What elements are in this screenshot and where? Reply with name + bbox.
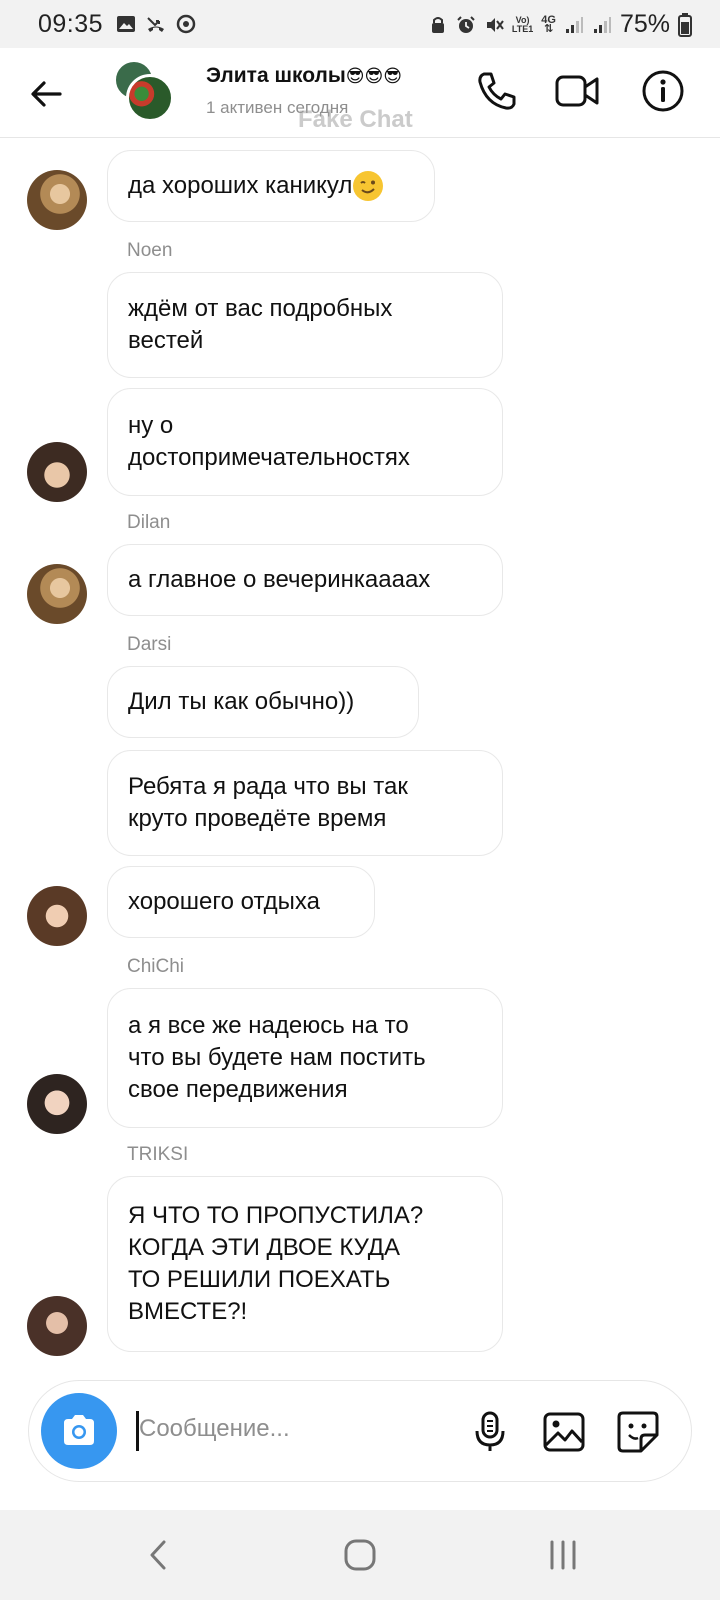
video-call-icon[interactable] <box>554 68 600 114</box>
chat-title-text: Элита школы <box>206 64 346 87</box>
gallery-icon[interactable] <box>541 1409 587 1455</box>
network-gen: 4G ⇅ <box>541 14 556 35</box>
wink-emoji-icon <box>353 171 384 201</box>
message-text: а я все же надеюсь на то что вы будете н… <box>128 1012 426 1103</box>
back-arrow-icon[interactable] <box>26 74 66 114</box>
camera-button[interactable] <box>41 1393 117 1469</box>
alarm-icon <box>457 15 475 33</box>
data-arrows-icon: ⇅ <box>544 22 554 35</box>
message-text: Ребята я рада что вы так круто проведёте… <box>128 773 408 832</box>
sticker-icon[interactable] <box>615 1409 661 1455</box>
message-bubble[interactable]: а главное о вечеринкаааах <box>107 544 503 616</box>
message-bubble[interactable]: Ребята я рада что вы так круто проведёте… <box>107 750 503 856</box>
nav-back-icon[interactable] <box>136 1532 182 1578</box>
avatar[interactable] <box>27 564 87 624</box>
message-bubble[interactable]: Я ЧТО ТО ПРОПУСТИЛА? КОГДА ЭТИ ДВОЕ КУДА… <box>107 1176 503 1352</box>
sender-name: Dilan <box>127 512 171 533</box>
message-input[interactable]: Сообщение... <box>139 1415 290 1443</box>
battery-level: 75% <box>619 10 670 38</box>
status-time: 09:35 <box>38 10 104 38</box>
status-left-icons <box>116 14 196 34</box>
message-text: ну о достопримечательностях <box>128 412 410 471</box>
sync-notification-icon <box>176 14 196 34</box>
avatar[interactable] <box>27 886 87 946</box>
message-composer: Сообщение... <box>28 1380 692 1482</box>
nav-home-icon[interactable] <box>337 1532 383 1578</box>
group-avatar[interactable] <box>114 60 176 122</box>
sender-name: ChiChi <box>127 956 185 977</box>
message-text: Я ЧТО ТО ПРОПУСТИЛА? КОГДА ЭТИ ДВОЕ КУДА… <box>128 1202 424 1325</box>
status-bar: 09:35 Vo) LTE1 4G ⇅ 75% <box>0 0 720 48</box>
info-icon[interactable] <box>640 68 686 114</box>
missed-call-notification-icon <box>147 17 164 32</box>
chat-header: Элита школы😎😎😎 1 активен сегодня Fake Ch… <box>0 48 720 138</box>
status-right-icons: Vo) LTE1 4G ⇅ 75% <box>428 10 692 39</box>
message-text: хорошего отдыха <box>128 888 320 915</box>
avatar[interactable] <box>27 442 87 502</box>
message-bubble[interactable]: ну о достопримечательностях <box>107 388 503 496</box>
message-bubble[interactable]: Дил ты как обычно)) <box>107 666 419 738</box>
message-bubble[interactable]: да хороших каникул <box>107 150 435 222</box>
message-text: ждём от вас подробных вестей <box>128 295 393 354</box>
message-bubble[interactable]: хорошего отдыха <box>107 866 375 938</box>
lock-alarm-icon <box>431 16 444 33</box>
message-bubble[interactable]: а я все же надеюсь на то что вы будете н… <box>107 988 503 1128</box>
phone-icon[interactable] <box>474 68 520 114</box>
sender-name: Darsi <box>127 634 172 655</box>
message-text: да хороших каникул <box>128 172 353 199</box>
sender-name: TRIKSI <box>127 1144 189 1165</box>
system-nav-bar <box>0 1510 720 1600</box>
avatar[interactable] <box>27 170 87 230</box>
avatar[interactable] <box>27 1296 87 1356</box>
mute-icon <box>486 17 504 32</box>
battery-icon <box>678 12 692 37</box>
group-avatar-front <box>126 74 174 122</box>
sender-name: Noen <box>127 240 173 261</box>
message-bubble[interactable]: ждём от вас подробных вестей <box>107 272 503 378</box>
message-text: а главное о вечеринкаааах <box>128 566 431 593</box>
chat-title-emoji: 😎😎😎 <box>345 66 403 86</box>
avatar[interactable] <box>27 1074 87 1134</box>
microphone-icon[interactable] <box>467 1409 513 1455</box>
network-bottom-label: LTE1 <box>511 23 534 34</box>
chat-title[interactable]: Элита школы😎😎😎 <box>206 64 402 88</box>
nav-recents-icon[interactable] <box>540 1532 586 1578</box>
signal-1-icon <box>565 16 583 33</box>
message-text: Дил ты как обычно)) <box>128 688 355 715</box>
watermark: Fake Chat <box>298 106 413 133</box>
network-indicator: Vo) LTE1 <box>511 15 534 34</box>
gallery-notification-icon <box>117 16 135 32</box>
camera-icon <box>64 1415 94 1445</box>
signal-2-icon <box>593 16 611 33</box>
